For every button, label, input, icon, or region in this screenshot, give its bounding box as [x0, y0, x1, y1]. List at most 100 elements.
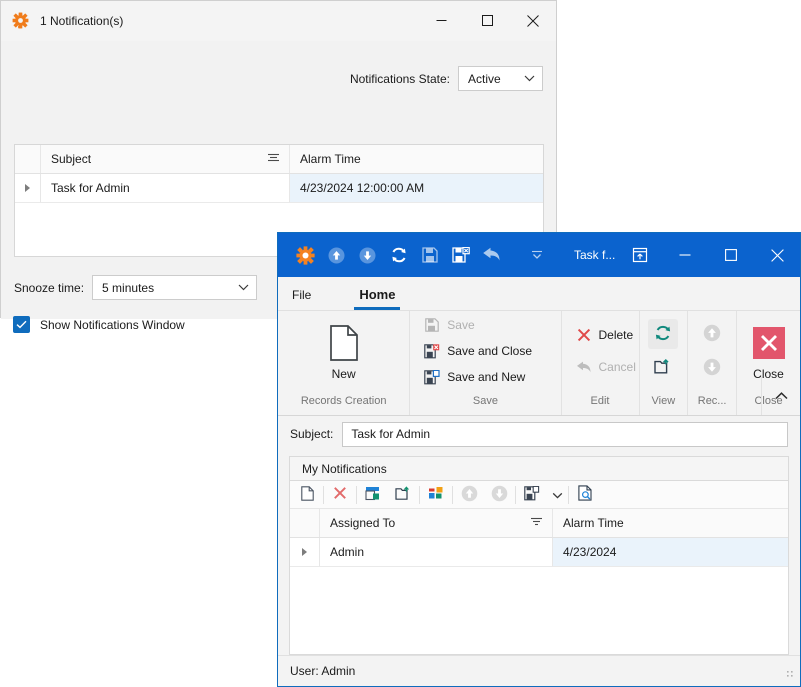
save-and-new-button[interactable]: Save and New: [424, 368, 532, 386]
task-window-title: Task f...: [574, 248, 616, 262]
close-button[interactable]: [754, 233, 800, 277]
filter-icon[interactable]: [530, 516, 543, 530]
column-header-subject[interactable]: Subject: [41, 145, 290, 173]
notifications-detail-grid[interactable]: Assigned To Alarm Time Admin 4/23/2024: [290, 509, 788, 654]
chevron-up-icon: [774, 389, 788, 403]
ribbon-group-records-creation: New Records Creation: [278, 311, 411, 415]
notifications-title-bar: 1 Notification(s): [1, 1, 556, 41]
toolbar-separator: [452, 485, 453, 504]
close-button[interactable]: Close: [745, 317, 792, 385]
delete-record-icon: [333, 486, 347, 503]
tab-my-notifications[interactable]: My Notifications: [290, 462, 399, 476]
refresh-button[interactable]: [648, 319, 679, 349]
ribbon-group-label: Records Creation: [300, 395, 387, 407]
maximize-button[interactable]: [708, 233, 754, 277]
layout-dropdown-button[interactable]: [547, 482, 567, 507]
save-and-close-icon: [424, 343, 440, 359]
my-notifications-panel: My Notifications Assigned To Alarm Time …: [289, 456, 789, 655]
snooze-time-row: Snooze time: 5 minutes: [14, 275, 258, 300]
table-row[interactable]: Admin 4/23/2024: [290, 538, 788, 567]
save-and-new-icon: [424, 369, 440, 385]
notifications-state-select[interactable]: Active: [458, 66, 543, 91]
chevron-down-icon: [552, 488, 563, 502]
move-down-icon: [491, 485, 508, 505]
preview-icon: [577, 485, 593, 504]
export-button[interactable]: [388, 482, 418, 507]
close-x-icon: [752, 321, 785, 365]
row-indicator: [290, 538, 320, 567]
column-header-alarm-time[interactable]: Alarm Time: [553, 509, 788, 537]
ribbon-group-edit: Delete Cancel Edit: [562, 311, 640, 415]
new-record-icon: [300, 485, 314, 504]
status-user: User: Admin: [290, 664, 356, 678]
cell-alarm-time: 4/23/2024: [553, 538, 788, 567]
quick-access-toolbar: [290, 240, 552, 271]
show-notifications-window-label: Show Notifications Window: [40, 317, 185, 332]
table-row[interactable]: Task for Admin 4/23/2024 12:00:00 AM: [15, 174, 543, 203]
tab-file[interactable]: File: [278, 279, 325, 310]
snooze-time-select[interactable]: 5 minutes: [92, 275, 258, 300]
row-arrow-icon: [302, 548, 307, 556]
save-and-close-icon[interactable]: [445, 240, 476, 271]
minimize-button[interactable]: [418, 1, 464, 40]
move-up-icon[interactable]: [321, 240, 352, 271]
refresh-icon[interactable]: [383, 240, 414, 271]
save-layout-icon: [524, 485, 540, 504]
restore-down-icon[interactable]: [626, 241, 654, 269]
column-header-assigned-to[interactable]: Assigned To: [320, 509, 553, 537]
save-and-close-button[interactable]: Save and Close: [424, 342, 532, 360]
show-notifications-window-checkbox[interactable]: [13, 316, 30, 333]
edit-window-icon: [365, 486, 381, 504]
delete-button-label: Delete: [598, 328, 634, 342]
preview-button[interactable]: [570, 482, 600, 507]
toolbar-separator: [515, 485, 516, 504]
column-header-alarm-time[interactable]: Alarm Time: [290, 145, 543, 173]
cancel-undo-icon: [576, 359, 592, 375]
row-arrow-icon: [25, 184, 30, 192]
move-down-icon[interactable]: [352, 240, 383, 271]
new-document-icon: [329, 321, 359, 365]
export-icon: [394, 485, 412, 504]
layout-blocks-button[interactable]: [421, 482, 451, 507]
edit-window-button[interactable]: [358, 482, 388, 507]
maximize-icon: [725, 249, 737, 261]
cell-subject: Task for Admin: [41, 174, 290, 203]
customize-qat-icon[interactable]: [521, 240, 552, 271]
new-button[interactable]: New: [313, 317, 375, 385]
show-notifications-window-row[interactable]: Show Notifications Window: [13, 316, 185, 333]
toolbar-separator: [419, 485, 420, 504]
save-button: Save: [424, 316, 532, 334]
move-up-icon: [461, 485, 478, 505]
delete-button[interactable]: Delete: [576, 326, 636, 344]
check-icon: [16, 320, 27, 329]
delete-x-icon: [576, 327, 592, 343]
filter-icon[interactable]: [267, 152, 280, 166]
toolbar-separator: [568, 485, 569, 504]
resize-grip-icon[interactable]: [786, 669, 796, 683]
save-button-label: Save: [447, 318, 475, 332]
delete-record-button[interactable]: [325, 482, 355, 507]
export-button[interactable]: [648, 353, 678, 383]
close-icon: [770, 248, 784, 262]
subject-input[interactable]: Task for Admin: [342, 421, 788, 447]
notifications-grid-header: Subject Alarm Time: [15, 145, 543, 174]
app-logo-icon[interactable]: [290, 240, 321, 271]
close-button[interactable]: [510, 1, 556, 40]
move-up-button: [697, 319, 727, 349]
panel-tab-bar: My Notifications: [290, 457, 788, 481]
undo-icon[interactable]: [476, 240, 507, 271]
minimize-icon: [436, 20, 446, 21]
minimize-button[interactable]: [662, 233, 708, 277]
status-bar: User: Admin: [278, 655, 800, 686]
move-down-icon: [703, 358, 721, 379]
ribbon-collapse-button[interactable]: [761, 377, 800, 415]
export-icon: [654, 358, 672, 378]
subject-row: Subject: Task for Admin: [278, 416, 800, 452]
maximize-button[interactable]: [464, 1, 510, 40]
save-layout-button[interactable]: [517, 482, 547, 507]
tab-home[interactable]: Home: [345, 279, 409, 310]
save-and-close-label: Save and Close: [447, 344, 533, 358]
move-up-icon: [703, 324, 721, 345]
save-icon[interactable]: [414, 240, 445, 271]
new-record-button[interactable]: [292, 482, 322, 507]
